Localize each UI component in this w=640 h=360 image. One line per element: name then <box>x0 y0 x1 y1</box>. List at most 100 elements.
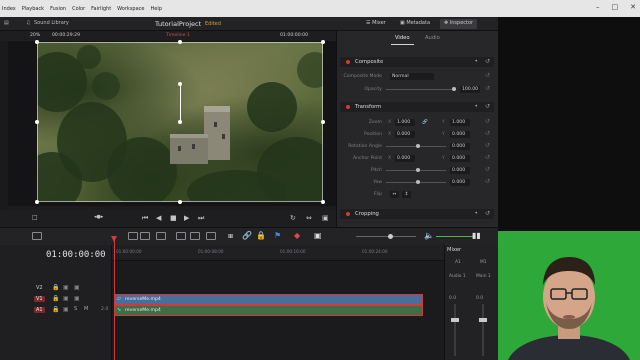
sound-library-button[interactable]: Sound Library <box>34 20 69 26</box>
flag-icon[interactable]: ⚑ <box>274 231 281 240</box>
flip-vertical-icon[interactable]: ↕ <box>402 191 411 198</box>
transform-anchor[interactable] <box>178 82 182 86</box>
mute-button[interactable]: M <box>84 306 88 312</box>
anchor-y-field[interactable]: 0.000 <box>450 155 470 162</box>
menu-fairlight[interactable]: Fairlight <box>91 6 111 12</box>
yaw-value[interactable]: 0.000 <box>450 179 470 186</box>
opacity-value[interactable]: 100.00 <box>460 86 480 93</box>
visibility-icon[interactable]: ▣ <box>74 295 80 302</box>
menu-color[interactable]: Color <box>72 6 85 12</box>
anchor-x-field[interactable]: 0.000 <box>395 155 415 162</box>
opacity-slider-knob[interactable] <box>452 87 456 91</box>
auto-select-icon[interactable]: ▣ <box>63 306 69 313</box>
tab-audio[interactable]: Audio <box>425 35 440 41</box>
transform-handle-tl[interactable] <box>35 40 39 44</box>
go-to-end-icon[interactable]: ⏭ <box>198 214 204 223</box>
zoom-full-icon[interactable]: ▣ <box>314 231 322 240</box>
reset-icon[interactable]: ↺ <box>485 154 490 161</box>
transform-handle-tc[interactable] <box>178 40 182 44</box>
composite-enable-icon[interactable] <box>346 60 350 64</box>
close-icon[interactable]: ✕ <box>630 3 636 11</box>
snapping-icon[interactable]: ⧆ <box>228 231 233 241</box>
section-menu-icon[interactable]: • <box>474 210 478 217</box>
menu-index[interactable]: Index <box>2 6 16 12</box>
reset-icon[interactable]: ↺ <box>485 118 490 125</box>
transform-section[interactable]: Transform • ↺ <box>340 102 494 112</box>
inspector-button[interactable]: ✥ Inspector <box>440 19 478 29</box>
overwrite-clip-icon[interactable] <box>190 232 200 240</box>
pitch-value[interactable]: 0.000 <box>450 167 470 174</box>
loop-icon[interactable]: ↻ <box>290 214 296 222</box>
maximize-icon[interactable]: □ <box>612 3 619 11</box>
zoom-x-field[interactable]: 1.000 <box>395 119 415 126</box>
mixer-button[interactable]: ☰ Mixer <box>362 19 390 29</box>
timeline-zoom-knob[interactable] <box>388 234 393 239</box>
viewer-mode-icon[interactable]: □ <box>32 214 38 221</box>
reset-icon[interactable]: ↺ <box>485 72 490 79</box>
flip-horizontal-icon[interactable]: ↔ <box>390 191 399 198</box>
auto-select-icon[interactable]: ▣ <box>63 295 69 302</box>
transform-handle-bc[interactable] <box>178 200 182 204</box>
reset-icon[interactable]: ↺ <box>485 130 490 137</box>
video-clip[interactable]: ▱ reverseMe.mp4 <box>114 294 423 305</box>
jog-icon[interactable]: ◂●▸ <box>94 214 103 220</box>
go-to-start-icon[interactable]: ⏮ <box>142 214 148 223</box>
opacity-slider[interactable] <box>386 89 456 90</box>
transform-handle-bl[interactable] <box>35 200 39 204</box>
menu-fusion[interactable]: Fusion <box>50 6 66 12</box>
selection-tool-icon[interactable] <box>128 232 138 240</box>
transform-handle-tr[interactable] <box>321 40 325 44</box>
section-menu-icon[interactable]: • <box>474 103 478 110</box>
reset-icon[interactable]: ↺ <box>485 103 490 110</box>
speaker-icon[interactable]: 🔈 <box>424 231 434 240</box>
solo-button[interactable]: S <box>74 306 77 312</box>
transform-enable-icon[interactable] <box>346 105 350 109</box>
volume-slider[interactable] <box>436 236 474 237</box>
fader-knob-m1[interactable] <box>479 318 487 322</box>
reverse-play-icon[interactable]: ◀ <box>156 214 161 222</box>
reset-icon[interactable]: ↺ <box>485 85 490 92</box>
meters-icon[interactable]: ▮▮ <box>472 231 481 240</box>
insert-clip-icon[interactable] <box>176 232 186 240</box>
transform-handle-br[interactable] <box>321 200 325 204</box>
timeline-view-icon[interactable] <box>32 232 42 240</box>
reset-icon[interactable]: ↺ <box>485 142 490 149</box>
fader-knob-a1[interactable] <box>451 318 459 322</box>
lock-icon[interactable]: 🔒 <box>52 284 59 291</box>
zoom-level[interactable]: 20% <box>30 33 40 38</box>
tab-video[interactable]: Video <box>391 35 413 45</box>
transform-handle-ml[interactable] <box>35 120 39 124</box>
reset-icon[interactable]: ↺ <box>485 210 490 217</box>
mixer-bus-main1[interactable]: Main 1 <box>476 274 491 279</box>
yaw-slider-knob[interactable] <box>416 180 420 184</box>
transform-center[interactable] <box>178 120 182 124</box>
auto-select-icon[interactable]: ▣ <box>63 284 69 291</box>
reset-icon[interactable]: ↺ <box>485 58 490 65</box>
timeline-ruler[interactable]: 01:00:00:00 01:00:08:00 01:00:16:00 01:0… <box>112 245 444 261</box>
visibility-icon[interactable]: ▣ <box>74 284 80 291</box>
timeline-zoom-slider[interactable] <box>356 236 416 237</box>
play-icon[interactable]: ▶ <box>184 214 189 222</box>
menu-workspace[interactable]: Workspace <box>117 6 144 12</box>
stop-icon[interactable]: ■ <box>170 214 177 222</box>
position-x-field[interactable]: 0.000 <box>395 131 415 138</box>
rotation-value[interactable]: 0.000 <box>450 143 470 150</box>
reset-icon[interactable]: ↺ <box>485 178 490 185</box>
lock-icon[interactable]: 🔒 <box>52 295 59 302</box>
linked-selection-icon[interactable]: 🔗 <box>242 231 252 240</box>
timeline-name[interactable]: Timeline 1 <box>166 33 190 38</box>
reset-icon[interactable]: ↺ <box>485 166 490 173</box>
mixer-bus-audio1[interactable]: Audio 1 <box>449 274 466 279</box>
menu-help[interactable]: Help <box>151 6 162 12</box>
trim-tool-icon[interactable] <box>140 232 150 240</box>
cropping-enable-icon[interactable] <box>346 212 350 216</box>
composite-mode-select[interactable]: Normal <box>390 73 434 80</box>
blade-tool-icon[interactable] <box>156 232 166 240</box>
fader-m1[interactable] <box>482 304 484 356</box>
section-menu-icon[interactable]: • <box>474 58 478 65</box>
match-frame-icon[interactable]: ⇔ <box>306 214 312 222</box>
media-pool-icon[interactable]: ▤ <box>4 20 9 26</box>
track-name-v1[interactable]: V1 <box>34 296 45 302</box>
zoom-y-field[interactable]: 1.000 <box>450 119 470 126</box>
sound-library-icon[interactable]: ♫ <box>26 20 30 26</box>
